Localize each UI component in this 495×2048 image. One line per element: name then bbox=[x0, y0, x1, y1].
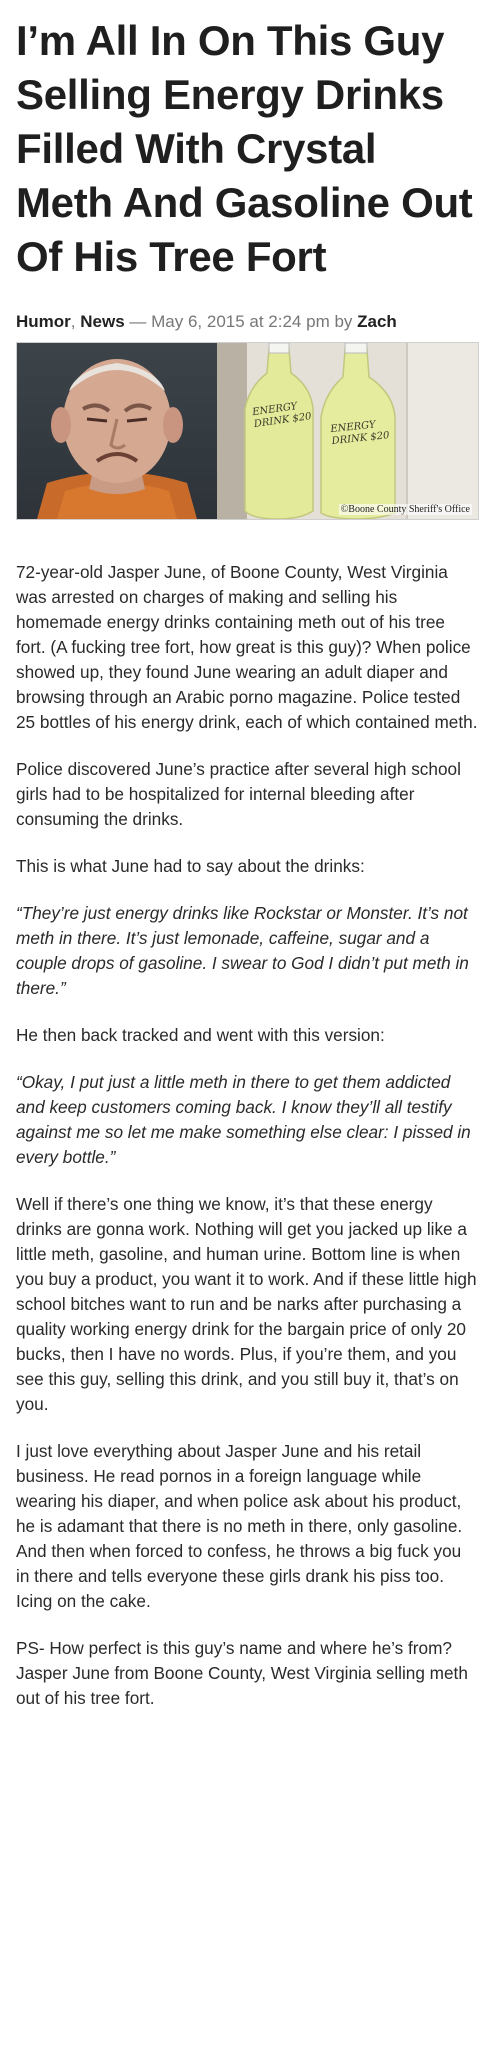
article-title: I’m All In On This Guy Selling Energy Dr… bbox=[16, 17, 473, 280]
author-link[interactable]: Zach bbox=[357, 312, 397, 331]
category-link-humor[interactable]: Humor bbox=[16, 312, 71, 331]
category-link-news[interactable]: News bbox=[80, 312, 124, 331]
article-body: 72-year-old Jasper June, of Boone County… bbox=[16, 560, 479, 1711]
mugshot-photo bbox=[17, 343, 217, 519]
paragraph-5: Well if there’s one thing we know, it’s … bbox=[16, 1194, 477, 1414]
article-meta: Humor, News — May 6, 2015 at 2:24 pm by … bbox=[16, 312, 479, 332]
bottles-photo: ENERGY DRINK $20 ENERGY DRINK $20 ©Boone… bbox=[217, 343, 478, 519]
article-page: I’m All In On This Guy Selling Energy Dr… bbox=[0, 0, 495, 1711]
paragraph-7: PS- How perfect is this guy’s name and w… bbox=[16, 1638, 468, 1708]
mugshot-illustration bbox=[37, 359, 197, 519]
paragraph-6: I just love everything about Jasper June… bbox=[16, 1441, 463, 1611]
photo-credit: ©Boone County Sheriff's Office bbox=[338, 504, 472, 515]
article-photo: ENERGY DRINK $20 ENERGY DRINK $20 ©Boone… bbox=[16, 342, 479, 520]
quote-1: “They’re just energy drinks like Rocksta… bbox=[16, 903, 469, 998]
paragraph-3: This is what June had to say about the d… bbox=[16, 856, 365, 876]
meta-comma: , bbox=[70, 312, 76, 331]
meta-date: — May 6, 2015 at 2:24 pm by bbox=[124, 312, 358, 331]
paragraph-2: Police discovered June’s practice after … bbox=[16, 759, 461, 829]
quote-2: “Okay, I put just a little meth in there… bbox=[16, 1072, 471, 1167]
paragraph-1: 72-year-old Jasper June, of Boone County… bbox=[16, 562, 478, 732]
paragraph-4: He then back tracked and went with this … bbox=[16, 1025, 385, 1045]
